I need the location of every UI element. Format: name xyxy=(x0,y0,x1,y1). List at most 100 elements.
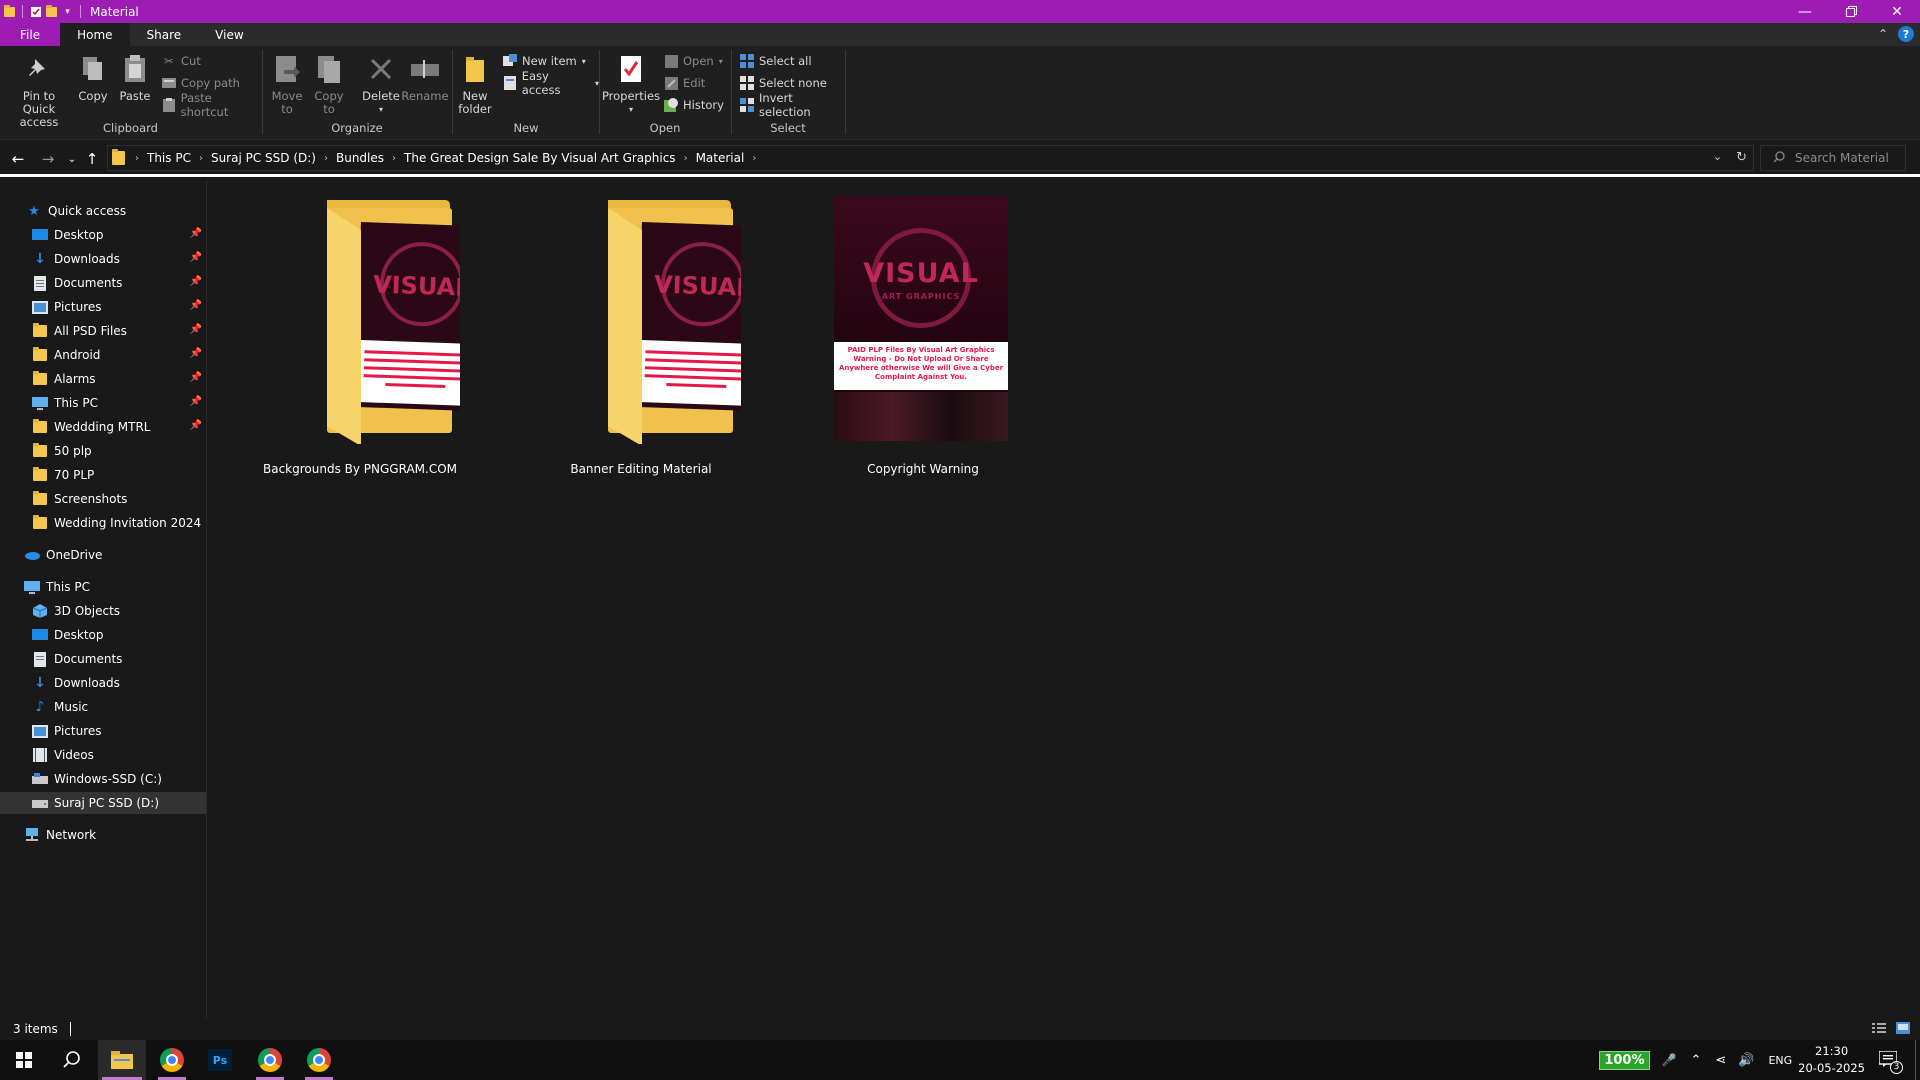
pin-icon[interactable]: 📌 xyxy=(190,396,202,407)
pin-icon[interactable]: 📌 xyxy=(190,324,202,335)
restore-button[interactable] xyxy=(1828,0,1874,23)
open-button[interactable]: Open ▾ xyxy=(664,52,723,70)
new-folder-button[interactable]: New folder xyxy=(457,52,493,116)
tab-file[interactable]: File xyxy=(0,23,61,46)
taskbar-chrome[interactable] xyxy=(148,1040,196,1080)
nav-pc-desktop[interactable]: Desktop xyxy=(0,624,206,646)
start-button[interactable] xyxy=(0,1040,48,1080)
delete-button[interactable]: Delete ▾ xyxy=(361,52,401,116)
up-button[interactable]: ↑ xyxy=(82,149,102,169)
select-none-button[interactable]: Select none xyxy=(740,74,827,92)
pin-icon[interactable]: 📌 xyxy=(190,348,202,359)
chevron-right-icon[interactable]: › xyxy=(392,153,396,164)
pin-to-quick-access-button[interactable]: Pin to Quick access xyxy=(6,52,72,129)
pin-icon[interactable]: 📌 xyxy=(190,300,202,311)
history-button[interactable]: History xyxy=(664,96,724,114)
tab-home[interactable]: Home xyxy=(60,23,130,46)
microphone-icon[interactable]: 🎤 xyxy=(1662,1053,1677,1067)
nav-quick-alarms[interactable]: Alarms 📌 xyxy=(0,368,206,390)
volume-icon[interactable]: 🔊 xyxy=(1738,1053,1754,1068)
nav-onedrive[interactable]: OneDrive xyxy=(0,544,206,566)
wifi-icon[interactable]: ⋖ xyxy=(1715,1053,1726,1068)
nav-quick-access[interactable]: ★ Quick access xyxy=(0,200,206,222)
copy-path-button[interactable]: Copy path xyxy=(162,74,240,92)
easy-access-button[interactable]: Easy access ▾ xyxy=(503,69,599,97)
nav-pc-3d-objects[interactable]: 3D Objects xyxy=(0,600,206,622)
language-indicator[interactable]: ENG xyxy=(1768,1054,1792,1067)
chevron-right-icon[interactable]: › xyxy=(324,153,328,164)
close-button[interactable]: ✕ xyxy=(1874,0,1920,23)
nav-network[interactable]: Network xyxy=(0,824,206,846)
pin-icon[interactable]: 📌 xyxy=(190,228,202,239)
copy-to-button[interactable]: Copy to xyxy=(311,52,347,116)
breadcrumb-design-sale[interactable]: The Great Design Sale By Visual Art Grap… xyxy=(404,151,676,165)
details-view-icon[interactable] xyxy=(1872,1022,1886,1037)
copy-button[interactable]: Copy xyxy=(76,52,110,103)
select-all-button[interactable]: Select all xyxy=(740,52,812,70)
nav-this-pc[interactable]: This PC xyxy=(0,576,206,598)
nav-quick-70-plp[interactable]: 70 PLP xyxy=(0,464,206,486)
chevron-right-icon[interactable]: › xyxy=(684,153,688,164)
address-bar[interactable]: › This PC › Suraj PC SSD (D:) › Bundles … xyxy=(107,145,1754,171)
chevron-down-icon[interactable]: ▾ xyxy=(61,5,74,18)
chevron-right-icon[interactable]: › xyxy=(199,153,203,164)
nav-pc-windows-ssd[interactable]: Windows-SSD (C:) xyxy=(0,768,206,790)
new-folder-icon[interactable] xyxy=(45,4,58,18)
minimize-button[interactable]: — xyxy=(1782,0,1828,23)
properties-button[interactable]: Properties ▾ xyxy=(602,52,660,116)
nav-quick-all-psd-files[interactable]: All PSD Files 📌 xyxy=(0,320,206,342)
nav-pc-downloads[interactable]: ↓ Downloads xyxy=(0,672,206,694)
clock[interactable]: 21:30 20-05-2025 xyxy=(1798,1043,1865,1077)
nav-quick-50-plp[interactable]: 50 plp xyxy=(0,440,206,462)
nav-quick-wedding-invitation[interactable]: Wedding Invitation 2024 Pack xyxy=(0,512,206,534)
tab-share[interactable]: Share xyxy=(130,23,199,46)
search-button[interactable] xyxy=(48,1040,96,1080)
search-input[interactable]: Search Material xyxy=(1760,145,1906,171)
chevron-up-icon[interactable]: ⌃ xyxy=(1878,27,1888,41)
pin-icon[interactable]: 📌 xyxy=(190,276,202,287)
nav-quick-this-pc[interactable]: This PC 📌 xyxy=(0,392,206,414)
pin-icon[interactable]: 📌 xyxy=(190,372,202,383)
rename-button[interactable]: Rename xyxy=(401,52,449,103)
nav-quick-pictures[interactable]: Pictures 📌 xyxy=(0,296,206,318)
nav-pc-pictures[interactable]: Pictures xyxy=(0,720,206,742)
chevron-right-icon[interactable]: › xyxy=(752,153,756,164)
new-item-button[interactable]: New item ▾ xyxy=(503,52,586,70)
tab-view[interactable]: View xyxy=(198,23,260,46)
taskbar-chrome-3[interactable] xyxy=(295,1040,343,1080)
refresh-icon[interactable]: ↻ xyxy=(1736,150,1747,165)
folder-item[interactable]: VISUAL Backgrounds By PNGGRAM.COM xyxy=(260,194,487,476)
forward-button[interactable]: → xyxy=(38,149,58,169)
nav-pc-documents[interactable]: Documents xyxy=(0,648,206,670)
chevron-right-icon[interactable]: › xyxy=(135,153,139,164)
address-dropdown-icon[interactable]: ⌄ xyxy=(1713,150,1722,165)
breadcrumb-material[interactable]: Material xyxy=(696,151,745,165)
move-to-button[interactable]: Move to xyxy=(269,52,305,116)
folder-item[interactable]: VISUAL Banner Editing Material xyxy=(541,194,768,476)
breadcrumb-drive-d[interactable]: Suraj PC SSD (D:) xyxy=(211,151,316,165)
nav-quick-downloads[interactable]: ↓ Downloads 📌 xyxy=(0,248,206,270)
large-icons-view-icon[interactable] xyxy=(1896,1022,1910,1037)
paste-shortcut-button[interactable]: Paste shortcut xyxy=(162,91,261,119)
invert-selection-button[interactable]: Invert selection xyxy=(740,91,844,119)
show-desktop-button[interactable] xyxy=(1915,1040,1920,1080)
battery-indicator[interactable]: 100% xyxy=(1599,1050,1650,1070)
taskbar-photoshop[interactable]: Ps xyxy=(196,1040,244,1080)
nav-quick-documents[interactable]: Documents 📌 xyxy=(0,272,206,294)
taskbar-chrome-2[interactable] xyxy=(246,1040,294,1080)
back-button[interactable]: ← xyxy=(8,149,28,169)
properties-icon[interactable] xyxy=(29,5,42,18)
paste-button[interactable]: Paste xyxy=(118,52,152,103)
pin-icon[interactable]: 📌 xyxy=(190,420,202,431)
taskbar-file-explorer[interactable] xyxy=(98,1040,146,1080)
recent-locations-button[interactable]: ⌄ xyxy=(62,149,82,169)
nav-quick-android[interactable]: Android 📌 xyxy=(0,344,206,366)
nav-pc-music[interactable]: ♪ Music xyxy=(0,696,206,718)
edit-button[interactable]: Edit xyxy=(664,74,705,92)
nav-pc-suraj-ssd[interactable]: Suraj PC SSD (D:) xyxy=(0,792,206,814)
nav-quick-desktop[interactable]: Desktop 📌 xyxy=(0,224,206,246)
cut-button[interactable]: ✂ Cut xyxy=(162,52,201,70)
nav-pc-videos[interactable]: Videos xyxy=(0,744,206,766)
breadcrumb-bundles[interactable]: Bundles xyxy=(336,151,384,165)
help-icon[interactable]: ? xyxy=(1898,26,1914,42)
